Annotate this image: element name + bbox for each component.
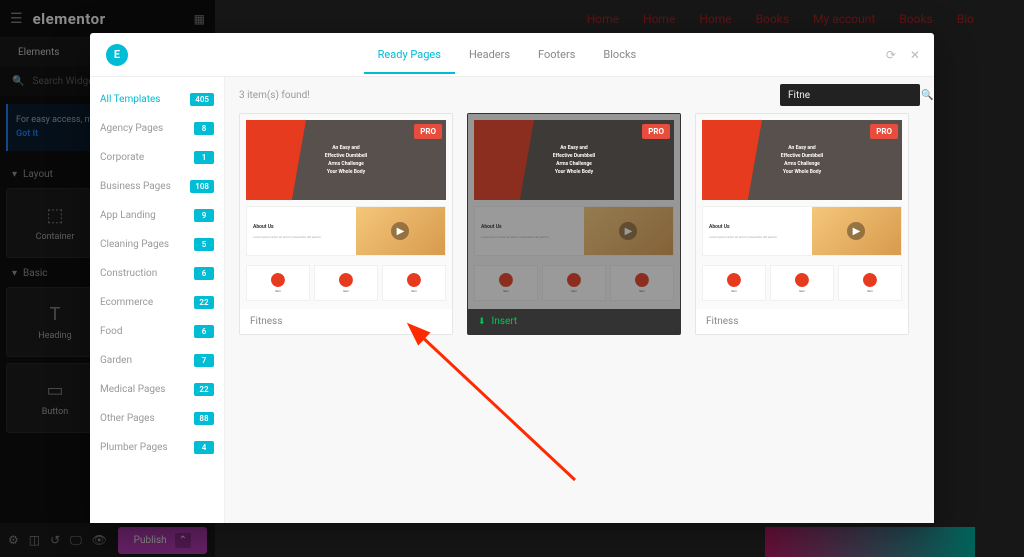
template-card[interactable]: PROAn Easy andEffective DumbbellArms Cha… [467,113,681,335]
template-library-modal: E Ready PagesHeadersFootersBlocks ⟳ ✕ Al… [90,33,934,523]
category-label: Medical Pages [100,384,165,395]
template-thumbnail: PROAn Easy andEffective DumbbellArms Cha… [696,114,908,309]
category-label: App Landing [100,210,156,221]
sync-icon[interactable]: ⟳ [886,48,896,62]
category-count-badge: 5 [194,238,214,251]
template-thumbnail: PROAn Easy andEffective DumbbellArms Cha… [468,114,680,309]
pro-badge: PRO [414,124,442,139]
category-label: Agency Pages [100,123,163,134]
category-ecommerce[interactable]: Ecommerce 22 [90,288,224,317]
category-label: Plumber Pages [100,442,168,453]
category-construction[interactable]: Construction 6 [90,259,224,288]
category-count-badge: 8 [194,122,214,135]
category-agency-pages[interactable]: Agency Pages 8 [90,114,224,143]
close-icon[interactable]: ✕ [910,48,920,62]
category-label: Construction [100,268,157,279]
templates-content: 3 item(s) found! 🔍 PROAn Easy andEffecti… [225,77,934,523]
template-card[interactable]: PROAn Easy andEffective DumbbellArms Cha… [695,113,909,335]
category-label: Other Pages [100,413,155,424]
template-search[interactable]: 🔍 [780,84,920,106]
category-all-templates[interactable]: All Templates 405 [90,85,224,114]
template-name: Fitness [696,309,908,334]
template-name: Fitness [240,309,452,334]
category-count-badge: 7 [194,354,214,367]
category-sidebar: All Templates 405 Agency Pages 8 Corporate 1 B… [90,77,225,523]
template-card[interactable]: PROAn Easy andEffective DumbbellArms Cha… [239,113,453,335]
category-count-badge: 4 [194,441,214,454]
category-count-badge: 22 [194,296,214,309]
template-cards: PROAn Easy andEffective DumbbellArms Cha… [225,113,934,335]
category-count-badge: 405 [190,93,214,106]
category-medical-pages[interactable]: Medical Pages 22 [90,375,224,404]
category-count-badge: 6 [194,267,214,280]
category-label: Corporate [100,152,144,163]
search-icon: 🔍 [921,90,933,101]
category-label: All Templates [100,94,160,105]
results-count: 3 item(s) found! [239,90,310,101]
category-count-badge: 1 [194,151,214,164]
category-garden[interactable]: Garden 7 [90,346,224,375]
category-label: Garden [100,355,132,366]
insert-button[interactable]: Insert [468,309,680,334]
template-thumbnail: PROAn Easy andEffective DumbbellArms Cha… [240,114,452,309]
category-corporate[interactable]: Corporate 1 [90,143,224,172]
category-count-badge: 22 [194,383,214,396]
tab-ready-pages[interactable]: Ready Pages [364,35,455,74]
pro-badge: PRO [870,124,898,139]
category-label: Food [100,326,122,337]
category-cleaning-pages[interactable]: Cleaning Pages 5 [90,230,224,259]
pro-badge: PRO [642,124,670,139]
category-business-pages[interactable]: Business Pages 108 [90,172,224,201]
category-count-badge: 9 [194,209,214,222]
category-food[interactable]: Food 6 [90,317,224,346]
tab-footers[interactable]: Footers [524,35,589,74]
tab-headers[interactable]: Headers [455,35,524,74]
category-count-badge: 108 [190,180,214,193]
modal-tabs: Ready PagesHeadersFootersBlocks [364,35,651,74]
category-count-badge: 88 [194,412,214,425]
category-label: Business Pages [100,181,171,192]
search-input[interactable] [788,90,921,101]
tab-blocks[interactable]: Blocks [589,35,650,74]
category-app-landing[interactable]: App Landing 9 [90,201,224,230]
category-label: Cleaning Pages [100,239,169,250]
modal-header: E Ready PagesHeadersFootersBlocks ⟳ ✕ [90,33,934,77]
content-topbar: 3 item(s) found! 🔍 [225,77,934,113]
category-other-pages[interactable]: Other Pages 88 [90,404,224,433]
category-count-badge: 6 [194,325,214,338]
category-plumber-pages[interactable]: Plumber Pages 4 [90,433,224,462]
library-logo-icon: E [106,44,128,66]
category-label: Ecommerce [100,297,153,308]
